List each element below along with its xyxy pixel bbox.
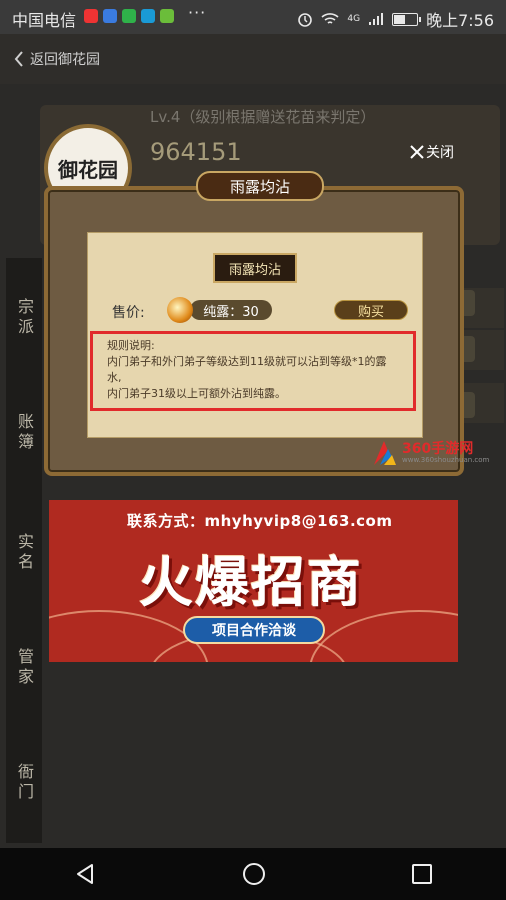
ad-banner[interactable]: 联系方式：mhyhyvip8@163.com 火爆招商 项目合作洽谈	[49, 500, 458, 662]
network-type: 4G	[347, 14, 361, 24]
clock: 晚上7:56	[426, 11, 494, 30]
buy-button[interactable]: 购买	[334, 300, 408, 320]
watermark-logo-icon	[374, 441, 396, 465]
signal-icon	[369, 13, 384, 25]
rules-line: 内门弟子和外门弟子等级达到11级就可以沾到等级*1的露水,	[107, 355, 387, 384]
side-nav-item[interactable]: 管家	[6, 618, 42, 718]
avatar-text: 御花园	[58, 157, 118, 182]
side-nav-item[interactable]: 实名	[6, 503, 42, 603]
status-right: 4G 晚上7:56	[297, 7, 494, 31]
status-bar: 中国电信 ··· 4G 晚上7:56	[0, 0, 506, 34]
browser-app-icon	[103, 9, 117, 23]
watermark-name: 360手游网	[402, 441, 474, 457]
score: 964151	[150, 138, 242, 166]
side-nav-item[interactable]: 宗派	[6, 268, 42, 368]
alarm-icon	[298, 13, 313, 27]
watermark-url: www.360shouzhuan.com	[402, 456, 490, 464]
back-label: 返回御花园	[30, 52, 100, 68]
level-text: Lv.4（级别根据赠送花苗来判定）	[150, 108, 376, 126]
ad-headline: 火爆招商	[139, 551, 363, 614]
watermark: 360手游网 www.360shouzhuan.com	[370, 435, 500, 471]
recents-square-icon[interactable]	[411, 863, 433, 885]
close-button[interactable]: 关闭	[410, 142, 454, 162]
close-icon	[410, 145, 424, 159]
home-circle-icon[interactable]	[242, 862, 266, 886]
map-app-icon	[141, 9, 155, 23]
wifi-icon	[321, 13, 339, 24]
dialog-title: 雨露均沾	[196, 171, 324, 201]
notification-icons	[84, 9, 174, 23]
dialog-subtitle: 雨露均沾	[213, 253, 297, 283]
side-nav: 宗派 账簿 实名 管家 衙门	[6, 258, 42, 843]
rules-description: 规则说明: 内门弟子和外门弟子等级达到11级就可以沾到等级*1的露水, 内门弟子…	[90, 331, 416, 411]
dew-coin-icon	[167, 297, 193, 323]
back-button[interactable]: 返回御花园	[14, 49, 100, 69]
carrier-name: 中国电信	[12, 11, 77, 30]
ad-cta-button[interactable]: 项目合作洽谈	[183, 616, 325, 644]
system-nav-bar	[0, 848, 506, 900]
more-icon: ···	[188, 3, 207, 22]
news-app-icon	[84, 9, 98, 23]
rules-title: 规则说明:	[107, 339, 155, 352]
side-nav-item[interactable]: 账簿	[6, 383, 42, 483]
ad-contact: 联系方式：mhyhyvip8@163.com	[127, 512, 393, 530]
message-app-icon	[160, 9, 174, 23]
back-triangle-icon[interactable]	[73, 862, 97, 886]
play-app-icon	[122, 9, 136, 23]
close-label: 关闭	[426, 145, 454, 161]
rules-line: 内门弟子31级以上可额外沾到纯露。	[107, 387, 286, 400]
price-label: 售价:	[112, 305, 145, 321]
chevron-left-icon	[14, 51, 23, 67]
side-nav-item[interactable]: 衙门	[6, 733, 42, 833]
battery-icon	[392, 12, 422, 26]
price-value: 纯露：30	[190, 300, 272, 320]
